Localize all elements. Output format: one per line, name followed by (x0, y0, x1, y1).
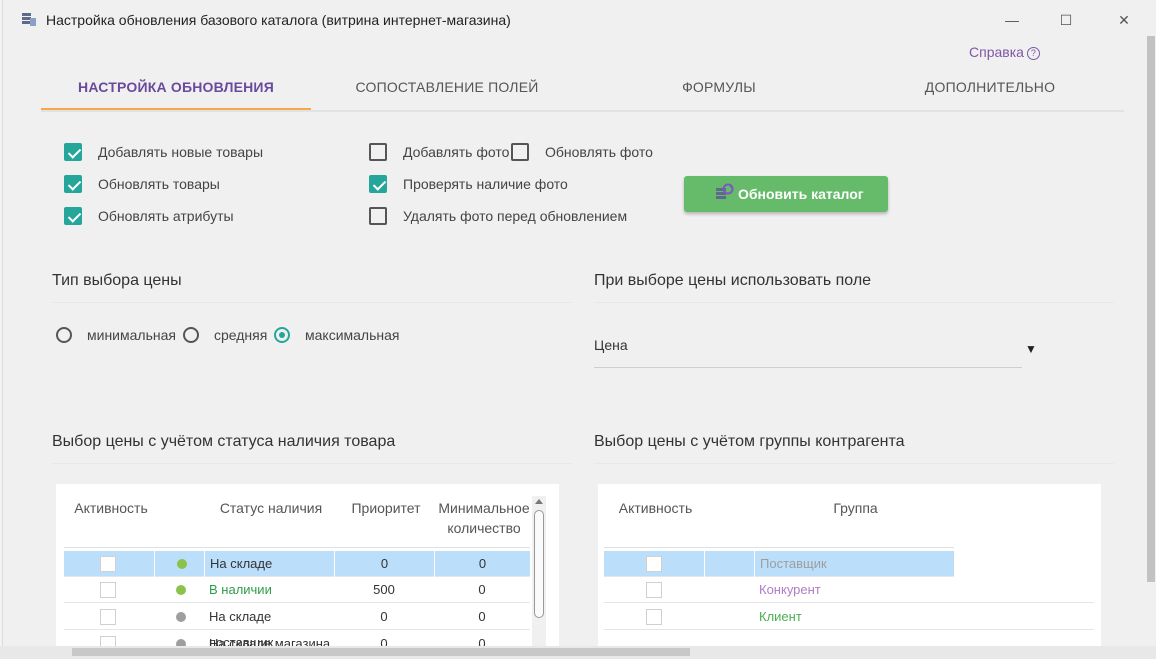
status-cell (154, 604, 204, 630)
horizontal-scrollbar-thumb[interactable] (72, 648, 690, 656)
window-scrollbar[interactable] (1147, 36, 1155, 582)
min-qty-value: 0 (478, 609, 486, 624)
add-photo-label: Добавлять фото (403, 144, 510, 160)
radio-average-label: средняя (214, 327, 268, 343)
tab-additional[interactable]: ДОПОЛНИТЕЛЬНО (855, 66, 1125, 108)
radio-minimal[interactable] (56, 327, 72, 343)
stock-status-table: Активность Статус наличия Приоритет Мини… (56, 484, 559, 659)
update-photo-label: Обновлять фото (545, 144, 653, 160)
scrollbar-thumb[interactable] (534, 510, 544, 618)
min-qty-value: 0 (478, 582, 486, 597)
add-photo-checkbox[interactable] (369, 143, 387, 161)
main-window: Настройка обновления базового каталога (… (2, 0, 1156, 659)
status-cell (154, 577, 204, 603)
priority-value: 500 (373, 582, 395, 597)
update-photo-checkbox[interactable] (511, 143, 529, 161)
col-group: Группа (833, 500, 878, 516)
table-row[interactable]: В наличии 500 0 (64, 577, 530, 603)
counterparty-group-table: Активность Группа Поставщик Конкурент Кл… (598, 484, 1101, 659)
divider (52, 463, 572, 464)
row-active-checkbox[interactable] (646, 582, 662, 598)
dropdown-arrow-icon: ▼ (1025, 342, 1037, 356)
divider (52, 302, 572, 303)
delete-photo-label: Удалять фото перед обновлением (403, 208, 628, 224)
check-photo-label: Проверять наличие фото (403, 176, 568, 192)
help-link[interactable]: Справка? (969, 44, 1040, 60)
close-button[interactable]: ✕ (1101, 6, 1147, 34)
radio-average[interactable] (183, 327, 199, 343)
status-dot-icon (176, 585, 186, 595)
priority-value: 0 (334, 551, 434, 577)
min-qty-value: 0 (434, 551, 530, 577)
help-icon: ? (1026, 47, 1040, 60)
title-bar: Настройка обновления базового каталога (… (3, 0, 1156, 40)
update-catalog-button[interactable]: Обновить каталог (684, 176, 888, 212)
tab-field-mapping[interactable]: СОПОСТАВЛЕНИЕ ПОЛЕЙ (311, 66, 583, 108)
table-row[interactable]: Клиент (604, 604, 1094, 630)
col-activity: Активность (618, 500, 693, 516)
status-cell (154, 551, 204, 577)
radio-maximal[interactable] (274, 327, 290, 343)
table-row[interactable]: На складе 0 0 (64, 551, 530, 577)
update-catalog-label: Обновить каталог (738, 186, 864, 202)
price-field-value: Цена (594, 337, 628, 353)
col-activity: Активность (74, 500, 148, 516)
status-name: На складе поставщик (209, 609, 274, 650)
spacer-cell (704, 551, 754, 577)
group-name: Клиент (759, 609, 802, 624)
divider (594, 463, 1114, 464)
status-name: На складе (204, 551, 334, 577)
scroll-up-icon[interactable] (535, 499, 543, 504)
header-divider (64, 547, 530, 548)
update-goods-label: Обновлять товары (98, 176, 220, 192)
tab-update-settings[interactable]: НАСТРОЙКА ОБНОВЛЕНИЯ (41, 66, 311, 110)
divider (594, 302, 1114, 303)
table-scrollbar[interactable] (532, 496, 546, 659)
header-divider (604, 547, 954, 548)
catalog-app-icon (22, 13, 36, 26)
tab-formulas[interactable]: ФОРМУЛЫ (583, 66, 855, 108)
delete-photo-checkbox[interactable] (369, 207, 387, 225)
col-min-qty: Минимальное количество (438, 500, 530, 536)
refresh-catalog-icon (716, 183, 734, 199)
table-row[interactable]: Поставщик (604, 551, 954, 577)
row-active-checkbox[interactable] (100, 556, 116, 572)
row-active-checkbox[interactable] (100, 609, 116, 625)
help-label: Справка (969, 44, 1024, 60)
table-row[interactable]: Конкурент (604, 577, 1094, 603)
price-type-title: Тип выбора цены (52, 272, 182, 289)
status-dot-icon (176, 612, 186, 622)
horizontal-scrollbar[interactable] (0, 646, 1156, 659)
update-attributes-label: Обновлять атрибуты (98, 208, 234, 224)
update-goods-checkbox[interactable] (64, 175, 82, 193)
col-priority: Приоритет (351, 500, 421, 516)
row-active-checkbox[interactable] (646, 556, 662, 572)
add-new-goods-label: Добавлять новые товары (98, 144, 264, 160)
status-dot-icon (177, 559, 187, 569)
group-name: Поставщик (754, 551, 954, 577)
minimize-button[interactable]: — (989, 6, 1035, 34)
radio-minimal-label: минимальная (87, 327, 176, 343)
table-row[interactable]: На складе поставщик 0 0 (64, 604, 530, 650)
stock-table-title: Выбор цены с учётом статуса наличия това… (52, 433, 396, 450)
price-field-title: При выборе цены использовать поле (594, 272, 872, 289)
group-name: Конкурент (759, 582, 821, 597)
maximize-button[interactable]: ☐ (1043, 6, 1089, 34)
check-photo-checkbox[interactable] (369, 175, 387, 193)
row-active-checkbox[interactable] (100, 582, 116, 598)
radio-maximal-label: максимальная (305, 327, 400, 343)
window-title: Настройка обновления базового каталога (… (46, 12, 511, 28)
group-table-title: Выбор цены с учётом группы контрагента (594, 433, 905, 450)
add-new-goods-checkbox[interactable] (64, 143, 82, 161)
tab-bar: НАСТРОЙКА ОБНОВЛЕНИЯ СОПОСТАВЛЕНИЕ ПОЛЕЙ… (41, 66, 1124, 112)
status-name: В наличии (209, 582, 272, 597)
col-status: Статус наличия (219, 500, 323, 516)
priority-value: 0 (380, 609, 388, 624)
select-underline (594, 367, 1022, 368)
update-attributes-checkbox[interactable] (64, 207, 82, 225)
row-active-checkbox[interactable] (646, 609, 662, 625)
